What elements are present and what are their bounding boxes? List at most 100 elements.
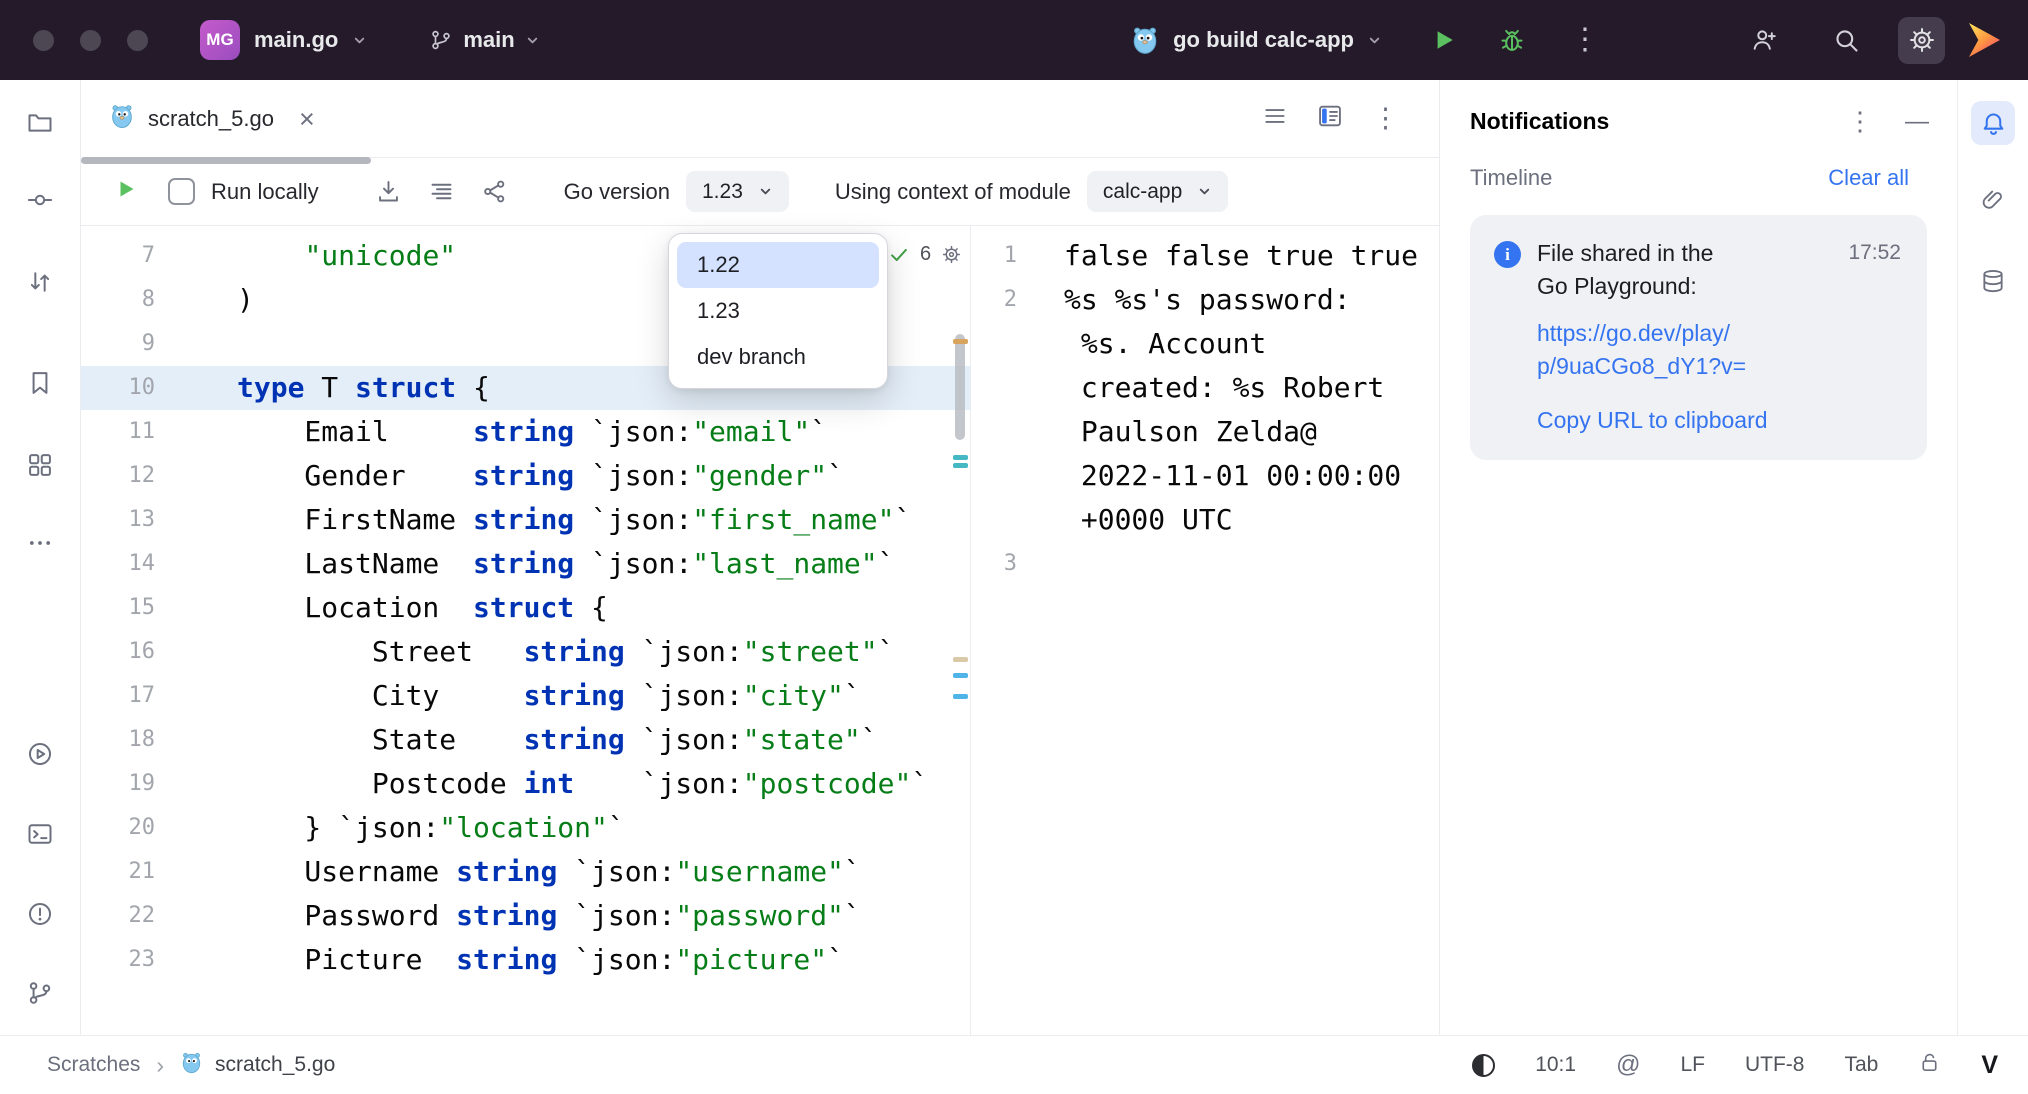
playground-link[interactable]: p/9uaCGo8_dY1?v= [1537,350,1768,383]
run-locally-checkbox[interactable] [168,178,195,205]
ai-assistant-icon[interactable] [1971,178,2015,222]
go-version-option[interactable]: 1.23 [677,288,879,334]
go-version-dropdown[interactable]: 1.23 [686,171,789,212]
split-view-icon[interactable] [1316,102,1344,135]
zoom-window-button[interactable] [127,30,148,51]
export-icon[interactable] [375,178,402,205]
theme-contrast-icon[interactable] [1472,1054,1495,1077]
run-toolwindow-icon[interactable] [18,732,62,776]
code-line[interactable]: 23 Picture string `json:"picture"` [81,938,970,982]
notifications-panel: Notifications ⋮ — Timeline Clear all i F… [1439,80,1957,1035]
branch-name: main [463,27,514,53]
code-line[interactable]: created: %s Robert [971,366,1439,410]
code-line[interactable]: 15 Location struct { [81,586,970,630]
database-toolwindow-icon[interactable] [1971,259,2015,303]
run-button[interactable] [1430,26,1458,54]
project-toolwindow-icon[interactable] [18,101,62,145]
context-module-dropdown[interactable]: calc-app [1087,171,1228,212]
code-line[interactable]: 3 [971,542,1439,586]
line-number: 11 [81,410,181,454]
tab-scratch-5-go[interactable]: scratch_5.go × [109,103,315,135]
line-number: 19 [81,762,181,806]
code-line[interactable]: 19 Postcode int `json:"postcode"` [81,762,970,806]
titlebar: MG main.go main [0,0,2028,80]
code-line[interactable]: +0000 UTC [971,498,1439,542]
notification-card[interactable]: i File shared in the Go Playground: http… [1470,215,1927,460]
v-plugin-icon[interactable]: V [1981,1051,1998,1080]
line-separator[interactable]: LF [1680,1053,1705,1077]
code-line[interactable]: 1false false true true [971,234,1439,278]
problems-toolwindow-icon[interactable] [18,892,62,936]
view-list-icon[interactable] [1262,103,1288,134]
settings-button[interactable] [1898,17,1945,64]
copy-url-link[interactable]: Copy URL to clipboard [1537,407,1768,438]
project-widget[interactable]: MG main.go [200,20,367,60]
share-icon[interactable] [481,178,508,205]
vcs-update-icon[interactable] [18,260,62,304]
change-marker [953,694,968,699]
code-line[interactable]: 18 State string `json:"state"` [81,718,970,762]
code-with-me-icon[interactable] [1750,26,1778,54]
left-toolwindow-bar [0,80,81,1035]
vcs-branch-widget[interactable]: main [429,27,539,53]
notifications-options-icon[interactable]: ⋮ [1847,106,1873,137]
git-toolwindow-icon[interactable] [18,971,62,1015]
change-marker [953,455,968,460]
indent-style[interactable]: Tab [1844,1053,1878,1077]
code-line[interactable]: 20 } `json:"location"` [81,806,970,850]
more-actions-icon[interactable]: ⋮ [1570,25,1600,55]
go-version-option[interactable]: 1.22 [677,242,879,288]
editor-options-icon[interactable]: ⋮ [1372,103,1399,134]
run-configuration-selector[interactable]: go build calc-app [1130,25,1382,55]
lock-icon[interactable] [1918,1051,1941,1080]
horizontal-scroll-thumb[interactable] [81,157,371,164]
code-line[interactable]: Paulson Zelda@ [971,410,1439,454]
close-tab-icon[interactable]: × [299,109,315,129]
code-line[interactable]: 12 Gender string `json:"gender"` [81,454,970,498]
run-scratch-button[interactable] [114,176,138,208]
file-encoding[interactable]: UTF-8 [1745,1053,1805,1077]
bookmarks-toolwindow-icon[interactable] [18,361,62,405]
editor-scrollbar[interactable] [955,334,965,440]
breadcrumb-root[interactable]: Scratches [47,1053,140,1077]
tab-label: scratch_5.go [148,106,274,132]
caret-position[interactable]: 10:1 [1535,1053,1576,1077]
line-number: 9 [81,322,181,366]
search-everywhere-icon[interactable] [1832,26,1860,54]
gear-icon [941,244,962,265]
clear-all-link[interactable]: Clear all [1828,165,1909,191]
annotations-icon[interactable]: @ [1616,1051,1640,1079]
notification-title: Go Playground: [1537,270,1768,303]
chevron-down-icon [758,184,773,199]
code-line[interactable]: 14 LastName string `json:"last_name"` [81,542,970,586]
structure-toolwindow-icon[interactable] [18,443,62,487]
line-number [971,498,1031,542]
minimize-window-button[interactable] [80,30,101,51]
close-window-button[interactable] [33,30,54,51]
code-line[interactable]: 22 Password string `json:"password"` [81,894,970,938]
notifications-toolwindow-icon[interactable] [1971,101,2015,145]
code-line[interactable]: 17 City string `json:"city"` [81,674,970,718]
line-number: 7 [81,234,181,278]
code-line[interactable]: 11 Email string `json:"email"` [81,410,970,454]
code-pane-right[interactable]: 1false false true true2%s %s's password:… [970,226,1439,1035]
code-line[interactable]: 2%s %s's password: [971,278,1439,322]
code-line[interactable]: 21 Username string `json:"username"` [81,850,970,894]
code-line[interactable]: %s. Account [971,322,1439,366]
code-line[interactable]: 13 FirstName string `json:"first_name"` [81,498,970,542]
go-version-option[interactable]: dev branch [677,334,879,380]
terminal-toolwindow-icon[interactable] [18,812,62,856]
ide-logo-icon[interactable] [1969,23,2000,57]
line-number: 10 [81,366,181,410]
code-line[interactable]: 16 Street string `json:"street"` [81,630,970,674]
commit-toolwindow-icon[interactable] [18,178,62,222]
format-lines-icon[interactable] [428,178,455,205]
code-line[interactable]: 2022-11-01 00:00:00 [971,454,1439,498]
hide-panel-icon[interactable]: — [1905,108,1927,136]
more-toolwindows-icon[interactable] [18,521,62,565]
debug-button[interactable] [1498,26,1526,54]
playground-link[interactable]: https://go.dev/play/ [1537,317,1768,350]
git-branch-icon [429,28,453,52]
inspection-widget[interactable]: 6 [888,243,962,266]
breadcrumb-file[interactable]: scratch_5.go [215,1053,335,1077]
